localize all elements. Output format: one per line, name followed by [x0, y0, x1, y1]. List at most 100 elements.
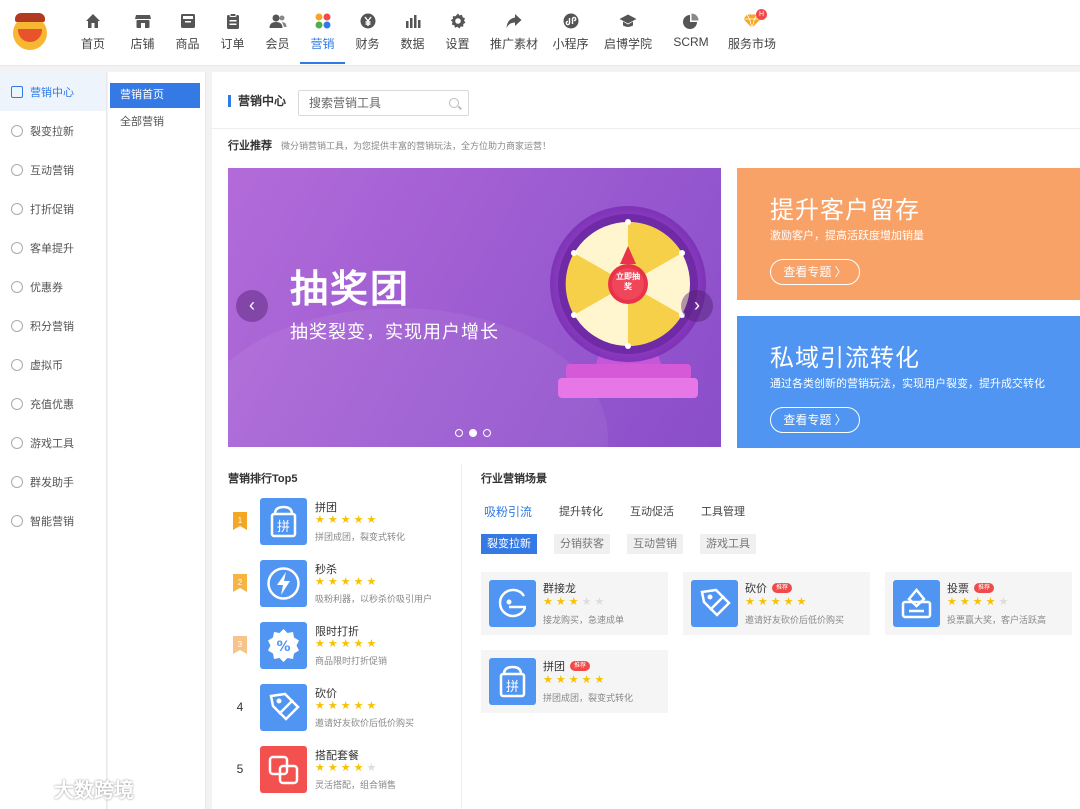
view-topic-button[interactable]: 查看专题 〉 [770, 259, 860, 285]
recommended-badge: 推荐 [772, 583, 793, 593]
rank-number: 4 [236, 700, 244, 714]
marketing-ranking: 营销排行Top5 1 拼拼团 ★ ★ ★ ★ ★ 拼团成团，裂变式转化 2 秒杀 ★ ★ ★ ★ ★ 吸粉利器… [228, 470, 461, 793]
nav-item-members[interactable]: 会员 [255, 0, 300, 66]
sidebar-item[interactable]: 群发助手 [0, 462, 106, 501]
rank-number: 5 [236, 762, 244, 776]
page-heading: 营销中心 [228, 92, 286, 109]
star-filled-icon: ★ [366, 638, 377, 650]
sidebar-item[interactable]: 客单提升 [0, 228, 106, 267]
sidebar-item[interactable]: 充值优惠 [0, 384, 106, 423]
sidebar-item[interactable]: 打折促销 [0, 189, 106, 228]
sidebar-item-label: 裂变拉新 [30, 125, 74, 138]
star-filled-icon: ★ [783, 596, 794, 608]
sidebar-item-icon [11, 358, 23, 371]
scene-tab[interactable]: 提升转化 [559, 503, 603, 520]
scene-card-name: 投票 [947, 583, 969, 595]
nav-item-share[interactable]: 推广素材 [480, 0, 548, 66]
scene-card[interactable]: 拼拼团 推荐 ★ ★ ★ ★ ★ 拼团成团，裂变式转化 [481, 650, 668, 713]
nav-item-pie-chart[interactable]: SCRM [663, 0, 719, 66]
sidebar-item[interactable]: 营销中心 [0, 72, 106, 111]
nav-item-home[interactable]: 首页 [66, 0, 120, 66]
promo-carousel[interactable]: 抽奖团 抽奖裂变，实现用户增长 立即抽奖 ‹ › [228, 168, 721, 447]
group-buy-icon: 拼 [489, 658, 536, 705]
subnav-item[interactable]: 全部营销 [110, 110, 200, 135]
ranking-item[interactable]: 2 秒杀 ★ ★ ★ ★ ★ 吸粉利器，以秒杀价吸引用户 [228, 560, 461, 612]
carousel-dot[interactable] [469, 429, 477, 437]
scene-card[interactable]: 群接龙 ★ ★ ★ ★ ★ 接龙购买，急速成单 [481, 572, 668, 635]
star-filled-icon: ★ [594, 674, 605, 686]
carousel-dot[interactable] [455, 429, 463, 437]
bundle-icon [260, 746, 307, 793]
sidebar-item[interactable]: 积分营销 [0, 306, 106, 345]
star-filled-icon: ★ [366, 514, 377, 526]
sidebar-item-label: 虚拟币 [30, 359, 63, 372]
banner-subtitle: 抽奖裂变，实现用户增长 [290, 322, 499, 342]
top-navigation-bar: 首页 店铺 商品 订单 会员 营销 财务 数据 设置 推广素材 小程序 启博学院 SCRM H 服务市场 [0, 0, 1080, 66]
scene-filter-chip[interactable]: 互动营销 [627, 534, 683, 554]
nav-item-store[interactable]: 店铺 [120, 0, 165, 66]
sidebar-item[interactable]: 游戏工具 [0, 423, 106, 462]
nav-item-marketing-grid[interactable]: 营销 [300, 0, 345, 66]
nav-item-label: SCRM [673, 35, 709, 49]
nav-item-label: 营销 [310, 37, 335, 51]
sidebar-item-label: 营销中心 [30, 86, 74, 99]
sidebar-item[interactable]: 互动营销 [0, 150, 106, 189]
ranking-item-description: 吸粉利器，以秒杀价吸引用户 [315, 594, 433, 604]
scene-filter-chip[interactable]: 分销获客 [554, 534, 610, 554]
ranking-item[interactable]: 3% 限时打折 ★ ★ ★ ★ ★ 商品限时打折促销 [228, 622, 461, 674]
header-divider [212, 128, 1080, 129]
nav-item-label: 服务市场 [727, 37, 776, 51]
star-filled-icon: ★ [985, 596, 996, 608]
nav-item-gear[interactable]: 设置 [435, 0, 480, 66]
scene-card-description: 拼团成团，裂变式转化 [543, 693, 634, 703]
scene-tab[interactable]: 吸粉引流 [484, 503, 532, 520]
lightning-icon [260, 560, 307, 607]
star-filled-icon: ★ [353, 700, 364, 712]
search-input[interactable] [299, 91, 439, 115]
subnav-item[interactable]: 营销首页 [110, 83, 200, 108]
scene-filter-chip[interactable]: 裂变拉新 [481, 534, 537, 554]
nav-item-graduation-cap[interactable]: 启博学院 [593, 0, 663, 66]
ranking-item[interactable]: 5 搭配套餐 ★ ★ ★ ★ ★ 灵活搭配，组合销售 [228, 746, 461, 798]
scene-card[interactable]: 砍价 推荐 ★ ★ ★ ★ ★ 邀请好友砍价后低价购买 [683, 572, 870, 635]
carousel-prev-arrow[interactable]: ‹ [236, 290, 268, 322]
search-icon[interactable] [449, 98, 459, 108]
heading-accent-bar [228, 94, 231, 107]
search-box[interactable] [298, 90, 469, 116]
sidebar-item[interactable]: 优惠券 [0, 267, 106, 306]
view-topic-button[interactable]: 查看专题 〉 [770, 407, 860, 433]
ranking-item-name: 限时打折 [315, 626, 359, 638]
rank-medal-icon: 1 [233, 512, 247, 530]
sidebar-item[interactable]: 裂变拉新 [0, 111, 106, 150]
ranking-item[interactable]: 1 拼拼团 ★ ★ ★ ★ ★ 拼团成团，裂变式转化 [228, 498, 461, 550]
scene-tab[interactable]: 工具管理 [701, 503, 745, 520]
industry-scenes: 行业营销场景 吸粉引流 提升转化 互动促活 工具管理 裂变拉新 分销获客 互动营销 游戏工具… [481, 470, 1080, 713]
star-filled-icon: ★ [366, 700, 377, 712]
nav-item-diamond[interactable]: H 服务市场 [719, 0, 785, 66]
watermark-text: 大数跨境 [54, 780, 134, 802]
nav-item-bar-chart[interactable]: 数据 [390, 0, 435, 66]
scene-tab[interactable]: 互动促活 [630, 503, 674, 520]
nav-item-box[interactable]: 商品 [165, 0, 210, 66]
star-filled-icon: ★ [340, 700, 351, 712]
store-icon [134, 12, 151, 30]
vote-box-icon [893, 580, 940, 627]
topic-card-private-traffic[interactable]: 私域引流转化 通过各类创新的营销玩法，实现用户裂变，提升成交转化 查看专题 〉 [737, 316, 1080, 448]
scene-card[interactable]: 投票 推荐 ★ ★ ★ ★ ★ 投票赢大奖，客户活跃高 [885, 572, 1072, 635]
sidebar-item-icon [11, 124, 23, 137]
sidebar-item[interactable]: 虚拟币 [0, 345, 106, 384]
nav-item-clipboard[interactable]: 订单 [210, 0, 255, 66]
carousel-next-arrow[interactable]: › [681, 290, 713, 322]
ranking-item[interactable]: 4 砍价 ★ ★ ★ ★ ★ 邀请好友砍价后低价购买 [228, 684, 461, 736]
brand-logo[interactable] [13, 13, 47, 50]
wheel-start-button[interactable]: 立即抽奖 [614, 272, 642, 292]
topic-card-retention[interactable]: 提升客户留存 激励客户，提高活跃度增加销量 查看专题 〉 [737, 168, 1080, 300]
nav-item-miniprogram[interactable]: 小程序 [548, 0, 593, 66]
carousel-dot[interactable] [483, 429, 491, 437]
star-filled-icon: ★ [315, 576, 325, 588]
sidebar-item-icon [11, 514, 23, 527]
scene-filter-chip[interactable]: 游戏工具 [700, 534, 756, 554]
nav-item-yen[interactable]: 财务 [345, 0, 390, 66]
section-divider [461, 464, 462, 809]
sidebar-item[interactable]: 智能营销 [0, 501, 106, 540]
